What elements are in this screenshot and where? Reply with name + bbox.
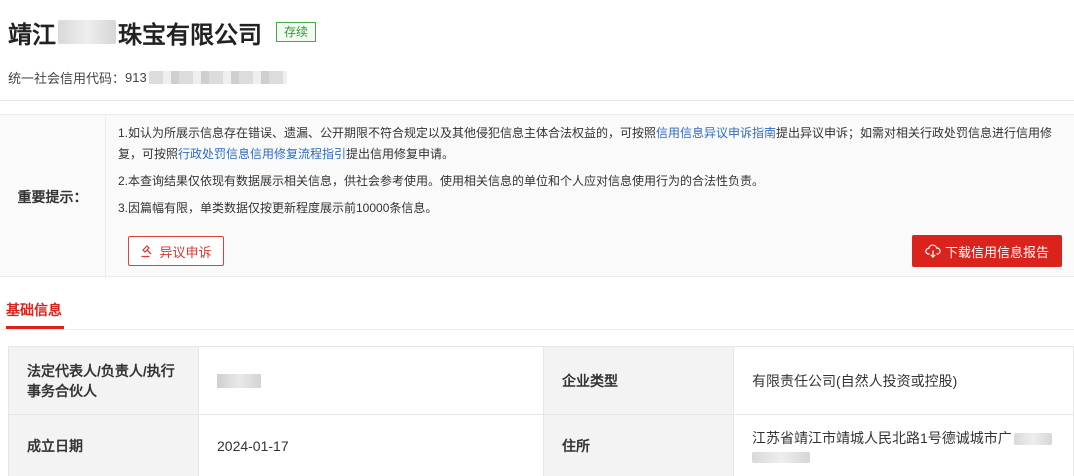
status-badge: 存续 — [276, 22, 317, 42]
redacted-credit-code — [148, 71, 287, 84]
active-tab-indicator — [6, 326, 64, 329]
important-notice: 重要提示： 1.如认为所展示信息存在错误、遗漏、公开期限不符合规定以及其他侵犯信… — [0, 114, 1074, 278]
title-row: 靖江 珠宝有限公司 存续 — [8, 10, 1068, 54]
table-row: 法定代表人/负责人/执行事务合伙人 企业类型 有限责任公司(自然人投资或控股) — [8, 346, 1074, 415]
address-cell: 江苏省靖江市靖城人民北路1号德诚城市广 — [733, 414, 1074, 476]
company-name-prefix: 靖江 — [8, 21, 56, 49]
cloud-download-icon — [925, 244, 941, 258]
notice-item-2: 2.本查询结果仅依现有数据展示相关信息，供社会参考使用。使用相关信息的单位和个人… — [118, 174, 765, 188]
tab-basic-info[interactable]: 基础信息 — [6, 300, 62, 320]
established-date-value: 2024-01-17 — [198, 414, 544, 476]
download-report-button[interactable]: 下载信用信息报告 — [912, 235, 1062, 267]
redacted-address-part — [1013, 433, 1052, 446]
established-date-label: 成立日期 — [8, 414, 199, 476]
notice-body: 1.如认为所展示信息存在错误、遗漏、公开期限不符合规定以及其他侵犯信息主体合法权… — [118, 123, 1068, 225]
credit-code-label: 统一社会信用代码： — [8, 71, 126, 86]
download-button-label: 下载信用信息报告 — [944, 244, 1049, 260]
company-header: 靖江 珠宝有限公司 存续 统一社会信用代码： 913 — [8, 10, 1068, 87]
credit-code-row: 统一社会信用代码： 913 — [8, 68, 1068, 87]
enterprise-type-value: 有限责任公司(自然人投资或控股) — [733, 346, 1074, 415]
appeal-guide-link[interactable]: 信用信息异议申诉指南 — [656, 126, 776, 140]
credit-repair-guide-link[interactable]: 行政处罚信息信用修复流程指引 — [178, 147, 346, 161]
basic-info-table: 法定代表人/负责人/执行事务合伙人 企业类型 有限责任公司(自然人投资或控股) … — [8, 346, 1074, 476]
enterprise-type-label: 企业类型 — [543, 346, 734, 415]
address-value: 江苏省靖江市靖城人民北路1号德诚城市广 — [752, 430, 1012, 446]
info-tabs: 基础信息 — [0, 290, 1074, 330]
notice-label: 重要提示： — [0, 115, 106, 278]
gavel-icon — [141, 245, 152, 258]
table-row: 成立日期 2024-01-17 住所 江苏省靖江市靖城人民北路1号德诚城市广 — [8, 414, 1074, 476]
company-name: 靖江 珠宝有限公司 — [8, 15, 262, 50]
notice-item-1-text-a: 1.如认为所展示信息存在错误、遗漏、公开期限不符合规定以及其他侵犯信息主体合法权… — [118, 126, 657, 140]
notice-item-3: 3.因篇幅有限，单类数据仅按更新程度展示前10000条信息。 — [118, 201, 438, 215]
redacted-person-name — [217, 373, 261, 388]
company-name-suffix: 珠宝有限公司 — [118, 21, 262, 49]
legal-rep-label: 法定代表人/负责人/执行事务合伙人 — [8, 346, 199, 415]
appeal-button[interactable]: 异议申诉 — [128, 236, 224, 266]
redacted-name-segment — [58, 20, 116, 44]
appeal-button-label: 异议申诉 — [159, 244, 212, 260]
header-divider — [0, 100, 1074, 101]
notice-item-1-text-c: 提出信用修复申请。 — [346, 147, 455, 161]
notice-item-1: 1.如认为所展示信息存在错误、遗漏、公开期限不符合规定以及其他侵犯信息主体合法权… — [118, 123, 1068, 165]
legal-rep-value — [198, 346, 544, 415]
credit-code-value: 913 — [125, 70, 147, 85]
address-label: 住所 — [543, 414, 734, 476]
redacted-address-line — [752, 452, 810, 463]
